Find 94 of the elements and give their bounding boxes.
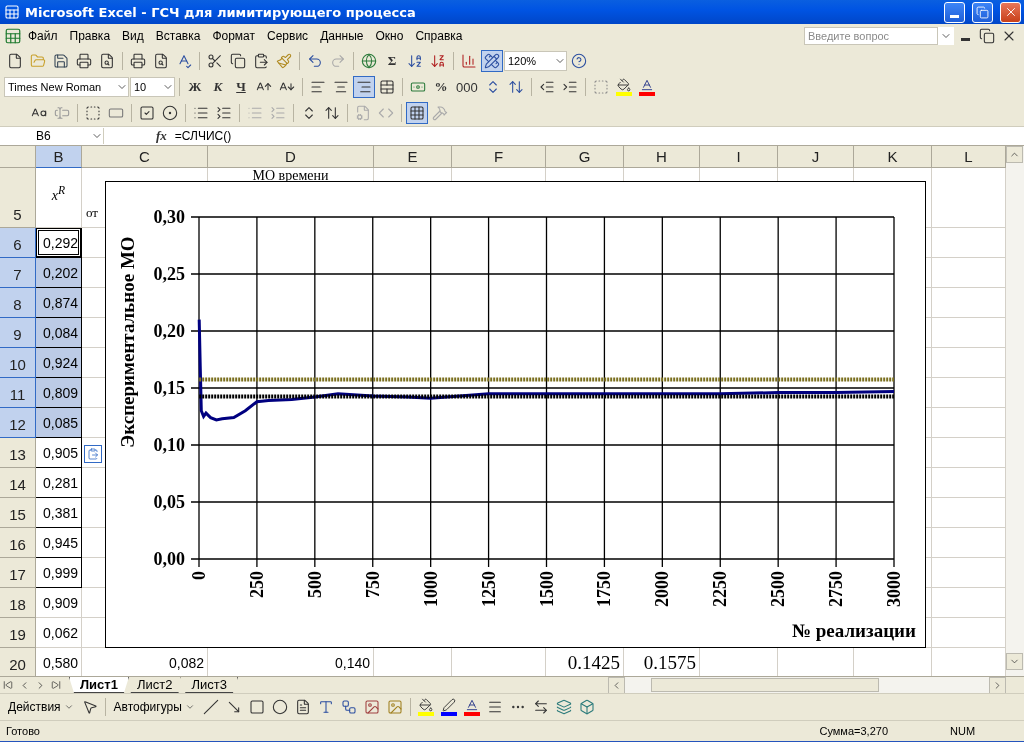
table-cell: 0,905 xyxy=(36,438,82,468)
x-tick-label: 1750 xyxy=(594,571,615,607)
menu-item[interactable]: Вид xyxy=(116,27,150,45)
sheet-tab[interactable]: Лист1 xyxy=(69,677,129,693)
x-tick-label: 1500 xyxy=(536,571,557,607)
y-tick-label: 0,00 xyxy=(153,549,185,569)
row-header[interactable]: 9 xyxy=(0,318,36,348)
zoom-combo[interactable]: 120% xyxy=(504,51,567,71)
menu-item[interactable]: Правка xyxy=(63,27,117,45)
autoshapes-menu-button[interactable]: Автофигуры xyxy=(109,696,199,718)
row-header[interactable]: 16 xyxy=(0,528,36,558)
actions-menu-button[interactable]: Действия xyxy=(4,696,78,718)
font-combo[interactable]: Times New Roman xyxy=(4,77,129,97)
x-tick-label: 1000 xyxy=(420,571,441,607)
question-field[interactable]: Введите вопрос xyxy=(804,27,938,45)
row-header[interactable]: 15 xyxy=(0,498,36,528)
row-header[interactable]: 12 xyxy=(0,408,36,438)
table-cell: x$^{R}$ xyxy=(36,168,82,228)
column-header[interactable]: H xyxy=(624,146,700,168)
y-tick-label: 0,10 xyxy=(153,435,185,455)
row-header[interactable]: 11 xyxy=(0,378,36,408)
table-cell: 0,809 xyxy=(36,378,82,408)
table-cell: 0,909 xyxy=(36,588,82,618)
table-cell: 0,202 xyxy=(36,258,82,288)
x-tick-label: 500 xyxy=(304,571,325,598)
table-cell: 0,084 xyxy=(36,318,82,348)
x-tick-label: 2500 xyxy=(768,571,789,607)
row-header[interactable]: 13 xyxy=(0,438,36,468)
row-header[interactable]: 10 xyxy=(0,348,36,378)
percent-button[interactable]: % xyxy=(430,76,452,98)
table-cell: 0,945 xyxy=(36,528,82,558)
column-header[interactable]: I xyxy=(700,146,778,168)
num-lock-indicator: NUM xyxy=(949,725,977,737)
x-tick-label: 1250 xyxy=(478,571,499,607)
row-header[interactable]: 8 xyxy=(0,288,36,318)
y-axis-title: Экспериментальное МО xyxy=(117,236,138,448)
row-header[interactable]: 5 xyxy=(0,168,36,228)
row-header[interactable]: 17 xyxy=(0,558,36,588)
y-tick-label: 0,25 xyxy=(153,264,185,284)
row-header[interactable]: 14 xyxy=(0,468,36,498)
font-size-combo[interactable]: 10 xyxy=(130,77,175,97)
row-header[interactable]: 6 xyxy=(0,228,36,258)
italic-button[interactable]: К xyxy=(207,76,229,98)
menu-item[interactable]: Окно xyxy=(369,27,410,45)
column-header[interactable]: D xyxy=(208,146,374,168)
column-header[interactable]: F xyxy=(452,146,546,168)
y-tick-label: 0,15 xyxy=(153,378,185,398)
column-header[interactable]: J xyxy=(778,146,854,168)
x-tick-label: 0 xyxy=(189,571,209,580)
x-tick-label: 2000 xyxy=(652,571,673,607)
sheet-tab[interactable]: Лист3 xyxy=(180,677,238,693)
column-header[interactable]: C xyxy=(82,146,208,168)
status-text: Готово xyxy=(5,725,41,737)
menu-item[interactable]: Файл xyxy=(22,27,64,45)
column-header[interactable]: G xyxy=(546,146,624,168)
sum-readout: Сумма=3,270 xyxy=(818,725,889,737)
x-tick-label: 3000 xyxy=(884,571,904,607)
column-header[interactable]: E xyxy=(374,146,452,168)
y-tick-label: 0,05 xyxy=(153,492,185,512)
sum-button[interactable]: Σ xyxy=(381,50,403,72)
name-box[interactable]: B6 xyxy=(0,128,104,144)
x-tick-label: 2750 xyxy=(826,571,847,607)
function-label[interactable]: fx xyxy=(156,128,167,144)
row-header[interactable]: 18 xyxy=(0,588,36,618)
table-cell: 0,085 xyxy=(36,408,82,438)
menu-item[interactable]: Сервис xyxy=(261,27,315,45)
row-header[interactable]: 7 xyxy=(0,258,36,288)
table-cell: 0,281 xyxy=(36,468,82,498)
column-header[interactable]: L xyxy=(932,146,1006,168)
menu-item[interactable]: Данные xyxy=(314,27,370,45)
y-tick-label: 0,20 xyxy=(153,321,185,341)
row-header[interactable]: 20 xyxy=(0,648,36,676)
column-header[interactable]: B xyxy=(36,146,82,168)
menu-item[interactable]: Вставка xyxy=(149,27,207,45)
underline-button[interactable]: Ч xyxy=(230,76,252,98)
thousands-button[interactable]: 000 xyxy=(453,76,481,98)
x-tick-label: 250 xyxy=(246,571,267,598)
x-axis-title: № реализации xyxy=(791,620,916,641)
x-tick-label: 750 xyxy=(362,571,383,598)
menu-item[interactable]: Справка xyxy=(409,27,469,45)
x-tick-label: 2250 xyxy=(710,571,731,607)
table-cell: 0,924 xyxy=(36,348,82,378)
row-header[interactable]: 19 xyxy=(0,618,36,648)
table-cell: 0,381 xyxy=(36,498,82,528)
bold-button[interactable]: Ж xyxy=(184,76,206,98)
table-cell: 0,292 xyxy=(36,228,82,258)
window-title: Microsoft Excel - ГСЧ для лимитирующего процесса xyxy=(25,4,417,20)
y-tick-label: 0,30 xyxy=(153,207,185,227)
table-cell: 0,874 xyxy=(36,288,82,318)
menu-item[interactable]: Формат xyxy=(206,27,262,45)
column-header[interactable]: K xyxy=(854,146,932,168)
table-cell: 0,999 xyxy=(36,558,82,588)
table-cell: 0,062 xyxy=(36,618,82,648)
formula-field[interactable]: =СЛЧИС() xyxy=(174,129,232,143)
